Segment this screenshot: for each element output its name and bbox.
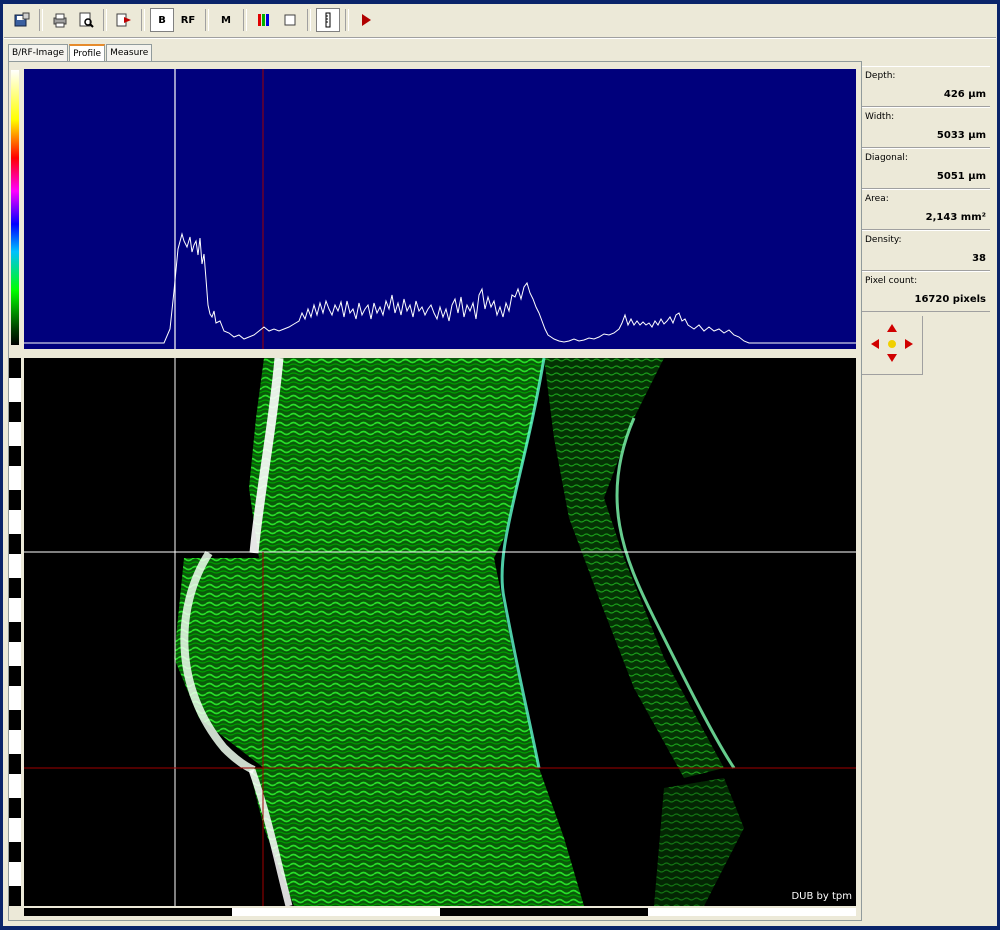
image-credit: DUB by tpm — [791, 891, 852, 902]
toolbar-separator — [205, 9, 209, 31]
b-mode-button[interactable]: B — [150, 8, 174, 32]
play-button[interactable] — [354, 8, 378, 32]
ruler-button[interactable] — [316, 8, 340, 32]
arrow-left-icon[interactable] — [871, 339, 879, 349]
tab-brf-image[interactable]: B/RF-Image — [8, 44, 69, 61]
tissue-middle-layer — [174, 558, 539, 768]
profile-line — [24, 232, 856, 344]
tissue-lower-right — [654, 778, 744, 906]
toolbar-separator — [39, 9, 43, 31]
rf-mode-button[interactable]: RF — [176, 8, 200, 32]
toolbar-separator — [141, 9, 145, 31]
pixel-count-value: 16720 pixels — [914, 294, 986, 305]
scale-segment — [24, 908, 232, 916]
toolbar-separator — [345, 9, 349, 31]
pixel-count-label: Pixel count: — [865, 276, 918, 286]
rf-mode-label: RF — [180, 14, 196, 26]
m-mode-button[interactable]: M — [214, 8, 238, 32]
print-icon — [53, 13, 67, 28]
color-palette-button[interactable] — [252, 8, 276, 32]
arrow-up-icon[interactable] — [887, 324, 897, 332]
play-icon — [362, 14, 371, 26]
toolbar-separator — [307, 9, 311, 31]
print-button[interactable] — [48, 8, 72, 32]
depth-scale-ruler — [9, 358, 21, 906]
tab-measure[interactable]: Measure — [106, 44, 153, 61]
arrow-right-icon[interactable] — [905, 339, 913, 349]
ruler-icon — [325, 12, 331, 28]
area-value: 2,143 mm² — [925, 212, 986, 223]
tab-strip: B/RF-Image Profile Measure — [8, 44, 153, 61]
color-scale-bar — [11, 70, 19, 345]
tissue-upper-layer — [249, 358, 544, 558]
intensity-profile-plot[interactable] — [24, 69, 856, 349]
toolbar-divider — [4, 37, 996, 39]
scale-segment — [440, 908, 648, 916]
b-scan-image[interactable]: DUB by tpm — [24, 358, 856, 906]
toolbar: B RF M — [10, 6, 378, 34]
save-icon — [14, 12, 30, 27]
arrow-down-icon[interactable] — [887, 354, 897, 362]
b-scan-svg — [24, 358, 856, 906]
area-label: Area: — [865, 194, 889, 204]
roi-checkbox[interactable] — [278, 8, 302, 32]
width-scale-bar — [24, 908, 856, 916]
density-label: Density: — [865, 235, 902, 245]
area-measurement: Area: 2,143 mm² — [862, 189, 990, 230]
window-frame-left — [0, 0, 3, 930]
density-measurement: Density: 38 — [862, 230, 990, 271]
scale-segment — [648, 908, 856, 916]
depth-label: Depth: — [865, 71, 896, 81]
print-preview-button[interactable] — [74, 8, 98, 32]
b-mode-label: B — [158, 14, 166, 26]
window-frame-bottom — [0, 926, 1000, 930]
pixel-count-measurement: Pixel count: 16720 pixels — [862, 271, 990, 312]
width-value: 5033 µm — [936, 130, 986, 141]
window-frame-top — [0, 0, 1000, 4]
print-preview-icon — [79, 12, 94, 28]
center-icon[interactable] — [888, 340, 896, 348]
export-button[interactable] — [112, 8, 136, 32]
m-mode-label: M — [221, 14, 231, 26]
diagonal-measurement: Diagonal: 5051 µm — [862, 148, 990, 189]
width-label: Width: — [865, 112, 895, 122]
toolbar-separator — [243, 9, 247, 31]
export-icon — [116, 13, 131, 27]
diagonal-value: 5051 µm — [936, 171, 986, 182]
width-measurement: Width: 5033 µm — [862, 107, 990, 148]
color-palette-icon — [258, 14, 269, 26]
tissue-lower-layer — [249, 768, 584, 906]
depth-measurement: Depth: 426 µm — [862, 66, 990, 107]
tab-profile[interactable]: Profile — [69, 44, 106, 61]
diagonal-label: Diagonal: — [865, 153, 908, 163]
depth-value: 426 µm — [943, 89, 986, 100]
checkbox-icon — [284, 14, 296, 26]
pan-navigation-pad — [862, 316, 923, 375]
save-button[interactable] — [10, 8, 34, 32]
toolbar-separator — [103, 9, 107, 31]
profile-svg — [24, 69, 856, 349]
measurement-panel: Depth: 426 µm Width: 5033 µm Diagonal: 5… — [862, 66, 990, 375]
scale-segment — [232, 908, 440, 916]
density-value: 38 — [972, 253, 986, 264]
